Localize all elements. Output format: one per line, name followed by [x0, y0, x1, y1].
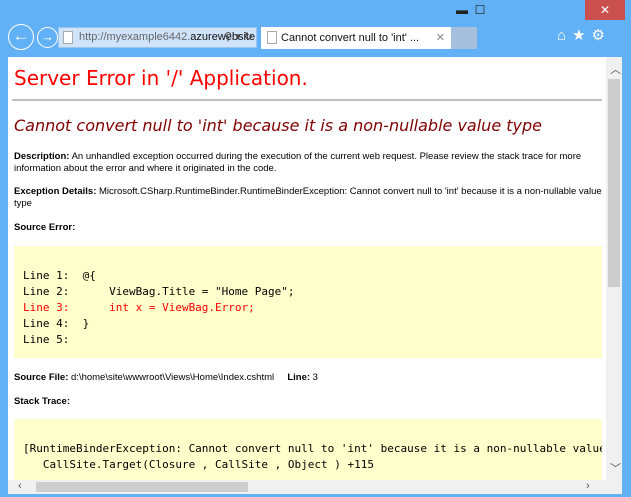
error-line: Line 3: int x = ViewBag.Error;: [23, 301, 255, 314]
favorites-star-icon[interactable]: ★: [572, 27, 591, 44]
maximize-button[interactable]: ☐: [466, 0, 494, 20]
page-icon: [63, 31, 73, 44]
error-heading: Cannot convert null to 'int' because it …: [14, 116, 542, 135]
horizontal-scroll-thumb[interactable]: [36, 482, 248, 492]
scroll-down-icon[interactable]: ﹀: [610, 460, 621, 476]
source-error-label: Source Error:: [14, 222, 76, 233]
tab-close-icon[interactable]: ✕: [436, 27, 445, 49]
exception-details: Exception Details: Microsoft.CSharp.Runt…: [14, 186, 602, 209]
scroll-right-icon[interactable]: ›: [586, 480, 590, 492]
scroll-left-icon[interactable]: ‹: [18, 480, 22, 492]
url-prefix: http://myexample6442.: [79, 31, 191, 43]
horizontal-scrollbar[interactable]: ‹ ›: [8, 480, 622, 494]
new-tab-button[interactable]: [451, 27, 477, 49]
description: Description: An unhandled exception occu…: [14, 151, 582, 174]
source-file: Source File: d:\home\site\wwwroot\Views\…: [14, 372, 318, 383]
stack-trace-block: [RuntimeBinderException: Cannot convert …: [14, 419, 602, 480]
tab-title: Cannot convert null to 'int' ...: [281, 32, 420, 44]
divider: [12, 99, 602, 101]
page-content: Server Error in '/' Application. Cannot …: [8, 57, 606, 480]
stack-trace-label: Stack Trace:: [14, 396, 70, 407]
search-icon[interactable]: ⚲: [224, 31, 232, 43]
gear-icon[interactable]: ⚙: [592, 27, 611, 44]
home-icon[interactable]: ⌂: [557, 27, 572, 44]
refresh-icon[interactable]: ↻: [244, 31, 253, 43]
vertical-scroll-thumb[interactable]: [608, 79, 620, 287]
vertical-scrollbar[interactable]: ︿ ﹀: [606, 57, 622, 480]
forward-button[interactable]: →: [37, 27, 58, 48]
page-title: Server Error in '/' Application.: [14, 66, 308, 90]
close-button[interactable]: ✕: [585, 0, 625, 20]
dropdown-icon[interactable]: ▾: [235, 31, 241, 43]
source-code-block: Line 1: @{Line 2: ViewBag.Title = "Home …: [14, 246, 602, 358]
address-bar[interactable]: http://myexample6442.azurewebsite... ⚲ ▾…: [58, 27, 257, 48]
tab-active[interactable]: Cannot convert null to 'int' ... ✕: [261, 27, 451, 49]
page-icon: [267, 31, 277, 44]
scroll-up-icon[interactable]: ︿: [610, 61, 621, 77]
back-button[interactable]: ←: [8, 24, 34, 50]
